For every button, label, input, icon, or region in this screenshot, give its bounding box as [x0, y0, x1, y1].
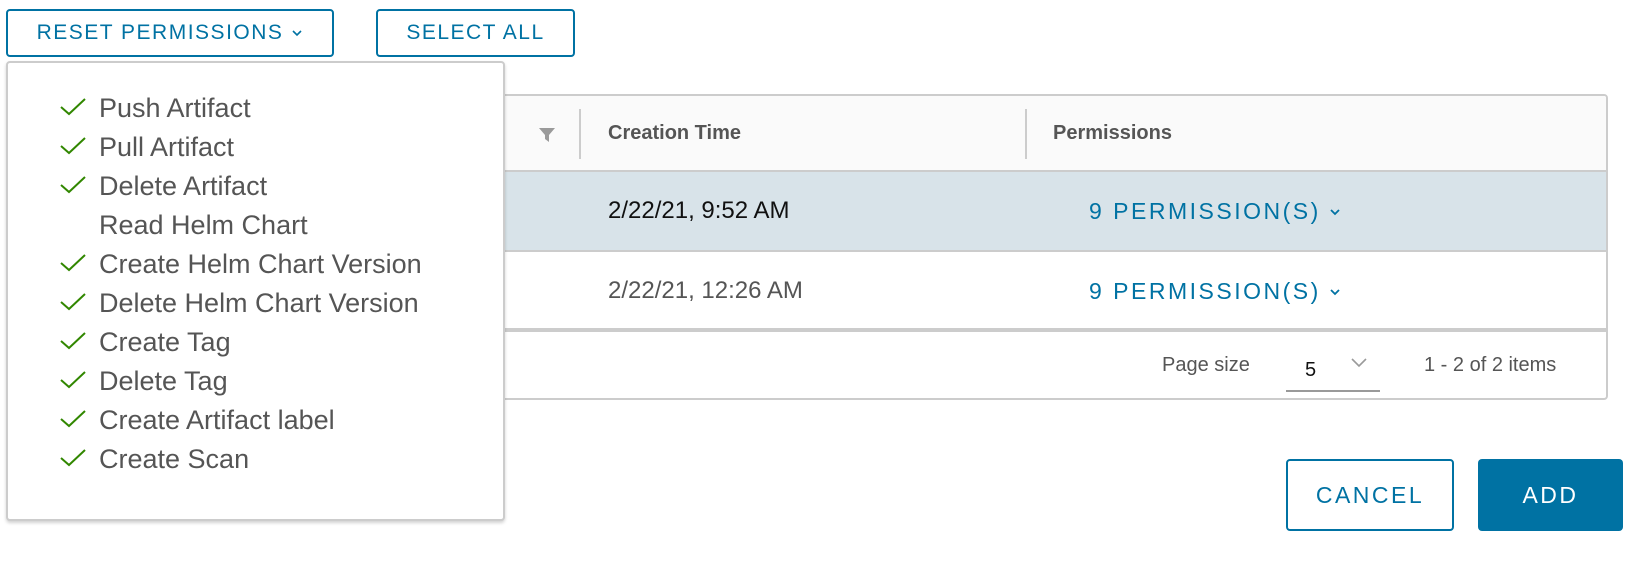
permissions-count: 9 PERMISSION(S): [1089, 278, 1321, 304]
permissions-dropdown[interactable]: 9 PERMISSION(S): [1089, 198, 1341, 225]
permissions-dropdown[interactable]: 9 PERMISSION(S): [1089, 278, 1341, 305]
menu-item-label: Pull Artifact: [99, 132, 235, 162]
menu-item-label: Delete Helm Chart Version: [99, 288, 419, 318]
menu-item-read-helm-chart[interactable]: Read Helm Chart: [8, 204, 503, 244]
reset-permissions-menu: Push Artifact Pull Artifact Delete Artif…: [6, 61, 505, 521]
robot-accounts-grid: Creation Time Permissions 2/22/21, 9:52 …: [460, 94, 1608, 400]
add-label: ADD: [1522, 481, 1579, 508]
chevron-down-icon: [1351, 358, 1367, 368]
check-icon: [60, 410, 86, 428]
grid-footer: Page size 5 1 - 2 of 2 items: [462, 328, 1606, 398]
menu-item-create-scan[interactable]: Create Scan: [8, 438, 503, 478]
chevron-down-icon: [1330, 208, 1340, 215]
column-header-creation-time[interactable]: Creation Time: [608, 122, 741, 145]
select-all-button[interactable]: SELECT ALL: [376, 9, 575, 57]
creation-time-cell: 2/22/21, 12:26 AM: [608, 277, 803, 304]
menu-item-push-artifact[interactable]: Push Artifact: [8, 87, 503, 127]
menu-item-delete-tag[interactable]: Delete Tag: [8, 360, 503, 400]
menu-item-label: Delete Tag: [99, 366, 228, 396]
check-icon: [60, 293, 86, 311]
select-all-label: SELECT ALL: [406, 21, 545, 44]
cancel-label: CANCEL: [1315, 481, 1425, 508]
menu-item-create-tag[interactable]: Create Tag: [8, 321, 503, 361]
check-icon: [60, 98, 86, 116]
menu-item-create-artifact-label[interactable]: Create Artifact label: [8, 399, 503, 439]
column-header-permissions[interactable]: Permissions: [1053, 122, 1172, 145]
cancel-button[interactable]: CANCEL: [1286, 459, 1454, 531]
reset-permissions-button[interactable]: RESET PERMISSIONS: [6, 9, 334, 57]
chevron-down-icon: [1330, 288, 1340, 295]
chevron-down-icon: [292, 30, 302, 37]
page: RESET PERMISSIONS SELECT ALL Creation Ti…: [0, 0, 1636, 570]
column-separator[interactable]: [579, 109, 581, 159]
pagination-count: 1 - 2 of 2 items: [1424, 354, 1557, 376]
permissions-count: 9 PERMISSION(S): [1089, 198, 1321, 224]
filter-icon[interactable]: [538, 126, 556, 144]
page-size-select[interactable]: 5: [1286, 344, 1380, 392]
add-button[interactable]: ADD: [1478, 459, 1623, 531]
menu-item-label: Delete Artifact: [99, 171, 268, 201]
check-icon: [60, 371, 86, 389]
footer-divider: [462, 328, 1606, 330]
menu-item-label: Push Artifact: [99, 93, 251, 123]
check-icon: [60, 449, 86, 467]
menu-item-label: Create Tag: [99, 327, 231, 357]
menu-item-delete-artifact[interactable]: Delete Artifact: [8, 165, 503, 205]
creation-time-cell: 2/22/21, 9:52 AM: [608, 197, 790, 224]
check-icon: [60, 137, 86, 155]
grid-header: Creation Time Permissions: [462, 96, 1606, 172]
check-icon: [60, 176, 86, 194]
menu-item-create-helm-chart-version[interactable]: Create Helm Chart Version: [8, 243, 503, 283]
table-row[interactable]: 2/22/21, 9:52 AM 9 PERMISSION(S): [462, 172, 1606, 252]
page-size-label: Page size: [1162, 354, 1250, 376]
reset-permissions-label: RESET PERMISSIONS: [36, 21, 284, 44]
page-size-value: 5: [1305, 359, 1317, 381]
check-icon: [60, 332, 86, 350]
check-icon: [60, 254, 86, 272]
menu-item-label: Create Artifact label: [99, 405, 335, 435]
menu-item-label: Create Scan: [99, 444, 250, 474]
menu-item-label: Read Helm Chart: [99, 210, 308, 240]
menu-item-label: Create Helm Chart Version: [99, 249, 422, 279]
menu-item-delete-helm-chart-version[interactable]: Delete Helm Chart Version: [8, 282, 503, 322]
table-row[interactable]: 2/22/21, 12:26 AM 9 PERMISSION(S): [462, 252, 1606, 332]
menu-item-pull-artifact[interactable]: Pull Artifact: [8, 126, 503, 166]
column-separator[interactable]: [1025, 109, 1027, 159]
